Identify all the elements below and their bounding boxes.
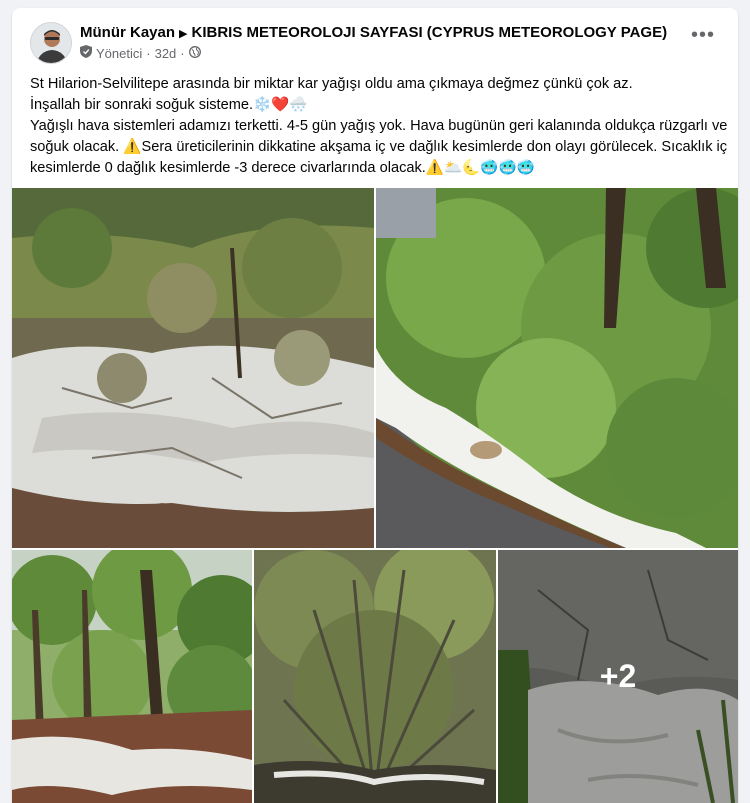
post-header: Münür Kayan ▶ KIBRIS METEOROLOJI SAYFASI (… bbox=[12, 8, 738, 66]
post-meta: Yönetici · 32d · bbox=[80, 45, 201, 61]
author-name[interactable]: Münür Kayan bbox=[80, 24, 175, 41]
globe-icon bbox=[188, 45, 201, 61]
post-line: Yağışlı hava sistemleri adamızı terketti… bbox=[30, 118, 728, 176]
more-photos-count: +2 bbox=[599, 658, 637, 694]
group-name[interactable]: KIBRIS METEOROLOJI SAYFASI (CYPRUS METEO… bbox=[191, 24, 667, 41]
photo-2[interactable] bbox=[376, 188, 738, 548]
shield-icon bbox=[80, 45, 92, 61]
photo-3[interactable] bbox=[12, 550, 252, 803]
post-text: St Hilarion-Selvilitepe arasında bir mik… bbox=[30, 74, 730, 179]
photo-4[interactable] bbox=[254, 550, 496, 803]
post-title-line: Münür Kayan ▶ KIBRIS METEOROLOJI SAYFASI (… bbox=[80, 24, 667, 41]
post-time[interactable]: 32d bbox=[155, 46, 177, 61]
post-line: İnşallah bir sonraki soğuk sisteme.❄️❤️🌨… bbox=[30, 97, 308, 113]
avatar[interactable] bbox=[30, 22, 72, 64]
meta-separator: · bbox=[146, 45, 151, 61]
more-photos-overlay[interactable]: +2 bbox=[498, 550, 738, 803]
post-line: St Hilarion-Selvilitepe arasında bir mik… bbox=[30, 76, 633, 92]
meta-separator: · bbox=[180, 45, 185, 61]
post-card: Münür Kayan ▶ KIBRIS METEOROLOJI SAYFASI (… bbox=[12, 8, 738, 803]
more-dots-icon[interactable]: ••• bbox=[690, 25, 716, 50]
photo-1[interactable] bbox=[12, 188, 374, 548]
role-badge: Yönetici bbox=[96, 45, 143, 61]
triangle-right-icon: ▶ bbox=[179, 28, 188, 40]
photo-5[interactable]: +2 bbox=[498, 550, 738, 803]
